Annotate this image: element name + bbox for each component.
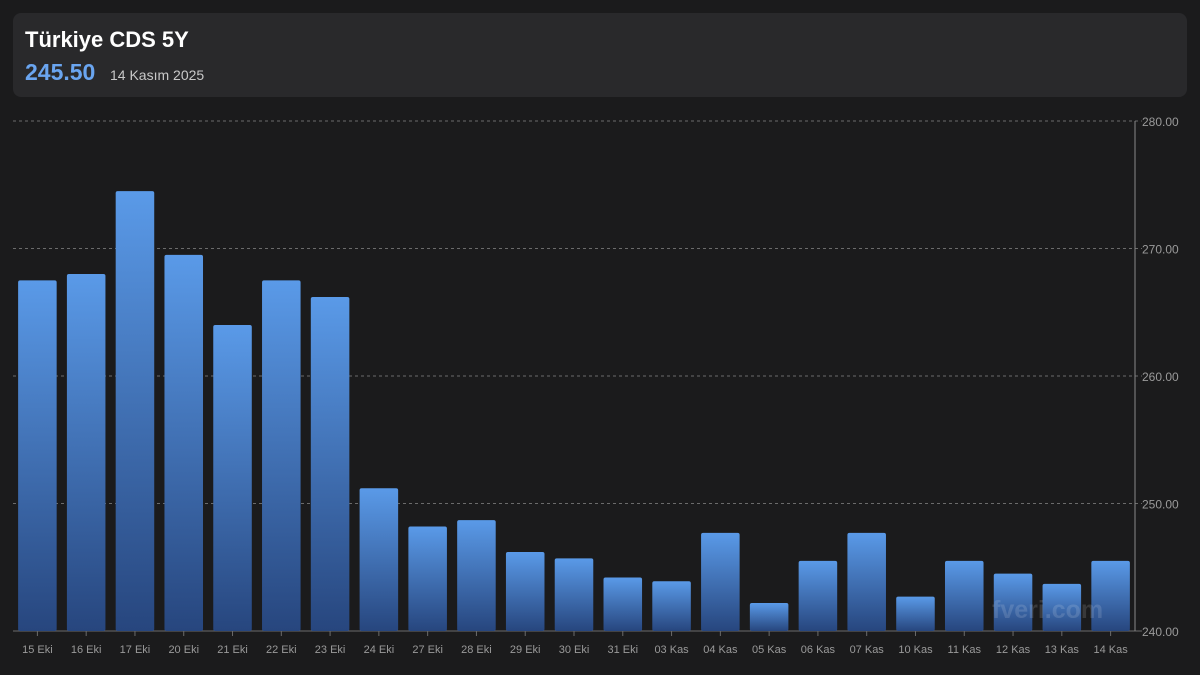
bar[interactable] [262, 280, 301, 631]
y-tick-label: 260.00 [1142, 370, 1179, 384]
x-tick-label: 06 Kas [801, 644, 836, 656]
x-tick-label: 21 Eki [217, 644, 248, 656]
bar-chart: 240.00 250.00 260.00 270.00 280.00 15 Eki 16 … [13, 115, 1179, 656]
x-tick-label: 28 Eki [461, 644, 492, 656]
y-tick-label: 280.00 [1142, 115, 1179, 129]
x-tick-label: 14 Kas [1093, 644, 1128, 656]
x-tick-label: 11 Kas [948, 644, 982, 656]
bar[interactable] [213, 325, 252, 631]
y-tick-label: 240.00 [1142, 625, 1179, 639]
bar[interactable] [164, 254, 204, 631]
x-tick-label: 24 Eki [364, 644, 395, 656]
bar[interactable] [652, 581, 691, 631]
bar[interactable] [944, 560, 984, 631]
x-tick-label: 22 Eki [266, 644, 297, 656]
bar[interactable] [115, 191, 155, 631]
x-tick-label: 23 Eki [315, 644, 346, 656]
bar[interactable] [554, 558, 594, 631]
x-tick-label: 07 Kas [850, 644, 885, 656]
x-tick-label: 16 Eki [71, 644, 102, 656]
bar[interactable] [847, 532, 886, 631]
bar[interactable] [896, 596, 935, 631]
bar[interactable] [798, 560, 838, 631]
bar[interactable] [310, 296, 350, 631]
bar[interactable] [603, 577, 643, 631]
x-tick-label: 27 Eki [412, 644, 443, 656]
x-axis-labels: 15 Eki 16 Eki 17 Eki 20 Eki 21 Eki 22 Eki 23 E… [22, 631, 1128, 656]
bar[interactable] [408, 526, 447, 631]
x-tick-label: 30 Eki [559, 644, 590, 656]
x-tick-label: 05 Kas [752, 644, 787, 656]
x-tick-label: 15 Eki [22, 644, 53, 656]
y-tick-label: 250.00 [1142, 498, 1179, 512]
bar[interactable] [505, 551, 545, 631]
x-tick-label: 29 Eki [510, 644, 541, 656]
bar[interactable] [749, 602, 789, 631]
x-tick-label: 17 Eki [120, 644, 151, 656]
bars [18, 191, 1130, 631]
y-tick-label: 270.00 [1142, 243, 1179, 257]
bar[interactable] [359, 488, 399, 631]
x-tick-label: 03 Kas [654, 644, 689, 656]
y-axis: 240.00 250.00 260.00 270.00 280.00 [1134, 115, 1179, 639]
bar[interactable] [18, 280, 57, 631]
x-tick-label: 13 Kas [1045, 644, 1080, 656]
bar[interactable] [66, 274, 106, 631]
x-tick-label: 20 Eki [168, 644, 199, 656]
x-tick-label: 31 Eki [607, 644, 638, 656]
bar[interactable] [701, 532, 740, 631]
x-tick-label: 12 Kas [996, 644, 1031, 656]
x-tick-label: 10 Kas [898, 644, 933, 656]
bar[interactable] [457, 520, 496, 631]
watermark: fveri.com [992, 596, 1104, 624]
x-tick-label: 04 Kas [703, 644, 738, 656]
